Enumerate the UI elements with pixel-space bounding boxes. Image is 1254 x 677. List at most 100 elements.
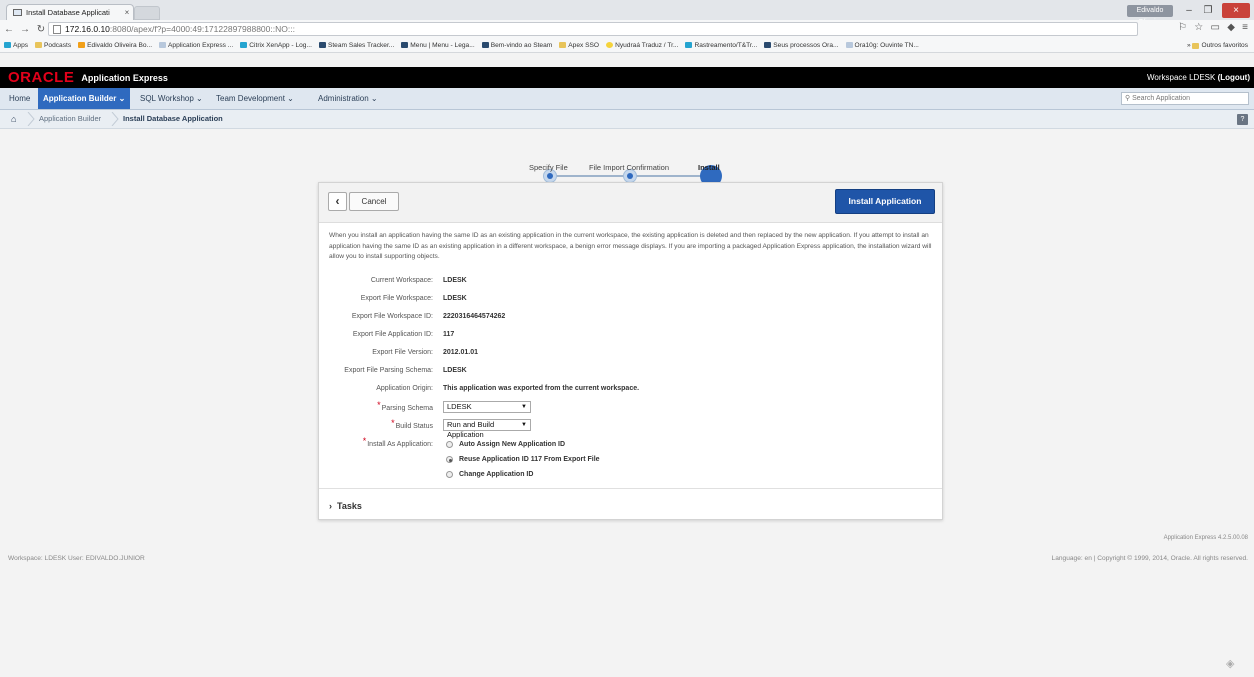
- app-title: Application Express: [81, 72, 168, 83]
- breadcrumb: ⌂ Application Builder Install Database A…: [0, 110, 1254, 129]
- window-close-button[interactable]: ×: [1222, 3, 1250, 18]
- bookmark-ora10g[interactable]: Ora10g: Ouvinte TN...: [845, 42, 919, 49]
- bookmark-tracking[interactable]: Rastreamento/T&Tr...: [685, 42, 757, 49]
- bookmark-apps[interactable]: Apps: [4, 42, 28, 49]
- extension-icon[interactable]: ◆: [1227, 22, 1235, 33]
- dropdown-arrow-icon: ▼: [521, 422, 527, 428]
- page-icon: [13, 9, 22, 16]
- tracking-icon: [685, 42, 693, 48]
- maximize-button[interactable]: ❐: [1198, 3, 1218, 18]
- toolbar-icons: ⚐ ☆ ▭ ◆ ≡: [1178, 22, 1248, 33]
- breadcrumb-current: Install Database Application: [123, 114, 223, 123]
- dropdown-arrow-icon: ▼: [521, 404, 527, 410]
- forward-icon[interactable]: →: [18, 24, 32, 35]
- radio-change-application-id[interactable]: Change Application ID: [446, 471, 533, 478]
- breadcrumb-separator: [111, 112, 119, 126]
- build-status-select[interactable]: Run and Build Application ▼: [443, 419, 531, 439]
- bookmark-translate[interactable]: Nyudraá Traduz / Tr...: [606, 42, 678, 49]
- menu-icon[interactable]: ≡: [1242, 22, 1248, 33]
- toolbar: ← → ↻ 172.16.0.10:8080/apex/f?p=4000:49:…: [0, 20, 1254, 38]
- field-label: Export File Application ID:: [352, 331, 433, 338]
- current-workspace-value: LDESK: [443, 277, 467, 284]
- diamond-icon: ◈: [1226, 658, 1235, 670]
- menu-team-development[interactable]: Team Development ⌄: [211, 88, 299, 109]
- apex-version: Application Express 4.2.5.00.08: [1163, 535, 1248, 541]
- blogger-icon: [78, 42, 86, 48]
- tab-title: Install Database Applicati: [26, 8, 110, 17]
- new-tab-button[interactable]: [134, 6, 160, 20]
- breadcrumb-separator: [27, 112, 35, 126]
- bulb-icon: [606, 42, 614, 48]
- bookmark-apex[interactable]: Application Express ...: [159, 42, 233, 49]
- parsing-schema-select[interactable]: LDESK ▼: [443, 401, 531, 413]
- workspace-info: Workspace LDESK (Logout): [1147, 73, 1250, 82]
- menu-application-builder[interactable]: Application Builder ⌄: [38, 88, 131, 109]
- bookmark-menu[interactable]: Menu | Menu - Lega...: [401, 42, 475, 49]
- apex-header: ORACLE Application Express Workspace LDE…: [0, 67, 1254, 88]
- footer-user-info: Workspace: LDESK User: EDIVALDO.JUNIOR: [8, 555, 145, 562]
- home-icon[interactable]: ⌂: [11, 110, 16, 128]
- search-application-input[interactable]: ⚲ Search Application: [1121, 92, 1249, 105]
- bookmark-steam[interactable]: Bem-vindo ao Steam: [481, 42, 552, 49]
- radio-icon: [446, 471, 453, 478]
- url-host: 172.16.0.10: [65, 24, 110, 34]
- bookmark-podcasts[interactable]: Podcasts: [35, 42, 71, 49]
- bookmark-blog[interactable]: Edivaldo Oliveira Bo...: [78, 42, 152, 49]
- address-bar[interactable]: 172.16.0.10:8080/apex/f?p=4000:49:171228…: [48, 22, 1138, 36]
- logout-link[interactable]: (Logout): [1218, 73, 1250, 82]
- field-label: Export File Workspace ID:: [351, 313, 433, 320]
- bookmark-citrix[interactable]: Citrix XenApp - Log...: [240, 42, 312, 49]
- folder-icon: [35, 42, 43, 48]
- export-file-application-id-value: 117: [443, 331, 455, 338]
- help-icon[interactable]: ?: [1237, 114, 1248, 125]
- reload-icon[interactable]: ↻: [34, 24, 48, 35]
- star-icon[interactable]: ☆: [1194, 22, 1203, 33]
- breadcrumb-application-builder[interactable]: Application Builder: [39, 110, 101, 128]
- divider: [319, 488, 942, 489]
- footer-copyright: Language: en | Copyright © 1999, 2014, O…: [1051, 555, 1248, 562]
- field-label: Export File Parsing Schema:: [344, 367, 433, 374]
- menu-site-icon: [401, 42, 409, 48]
- menu-sql-workshop[interactable]: SQL Workshop ⌄: [135, 88, 208, 109]
- export-file-workspace-id-value: 2220316464574262: [443, 313, 506, 320]
- wizard-line: [555, 175, 627, 177]
- folder-icon: [1192, 42, 1200, 49]
- wizard-line: [634, 175, 706, 177]
- bookmark-steam-sales[interactable]: Steam Sales Tracker...: [318, 42, 394, 49]
- oracle-logo: ORACLE: [8, 69, 75, 86]
- wizard-step-file-import-confirmation: File Import Confirmation: [589, 163, 670, 172]
- cancel-button[interactable]: Cancel: [349, 192, 399, 211]
- radio-selected-icon: [446, 456, 453, 463]
- browser-tab[interactable]: Install Database Applicati ×: [6, 4, 134, 20]
- radio-reuse-application-id[interactable]: Reuse Application ID 117 From Export Fil…: [446, 456, 600, 463]
- process-icon: [764, 42, 772, 48]
- search-icon: ⚲: [1125, 95, 1131, 102]
- chevron-right-icon: ›: [329, 501, 332, 511]
- tasks-toggle[interactable]: › Tasks: [329, 501, 362, 511]
- field-label: Export File Workspace:: [360, 295, 433, 302]
- back-icon[interactable]: ←: [2, 24, 16, 35]
- button-bar: ‹ Cancel Install Application: [319, 183, 942, 223]
- export-file-version-value: 2012.01.01: [443, 349, 479, 356]
- chevron-down-icon: ⌄: [370, 94, 378, 103]
- bookmark-processes[interactable]: Seus processos Ora...: [764, 42, 839, 49]
- cast-icon[interactable]: ▭: [1210, 22, 1219, 33]
- menu-home[interactable]: Home: [4, 88, 35, 109]
- chevron-down-icon: ⌄: [118, 94, 126, 103]
- radio-auto-assign[interactable]: Auto Assign New Application ID: [446, 441, 565, 448]
- minimize-button[interactable]: –: [1180, 3, 1198, 18]
- steam-icon: [318, 42, 326, 48]
- bookmark-apex-sso[interactable]: Apex SSO: [559, 42, 599, 49]
- required-icon: *: [391, 418, 395, 428]
- page-icon: [53, 24, 61, 34]
- menu-administration[interactable]: Administration ⌄: [313, 88, 383, 109]
- close-icon[interactable]: ×: [121, 8, 133, 17]
- other-bookmarks[interactable]: » Outros favoritos: [1187, 42, 1248, 49]
- main-menu: Home Application Builder ⌄ SQL Workshop …: [0, 88, 1254, 110]
- install-application-button[interactable]: Install Application: [835, 189, 935, 214]
- page-icon: [845, 42, 853, 48]
- translate-icon[interactable]: ⚐: [1178, 22, 1187, 33]
- previous-button[interactable]: ‹: [328, 192, 347, 211]
- profile-badge[interactable]: Edivaldo Oliveira: [1127, 5, 1173, 26]
- install-region: ‹ Cancel Install Application When you in…: [318, 182, 943, 520]
